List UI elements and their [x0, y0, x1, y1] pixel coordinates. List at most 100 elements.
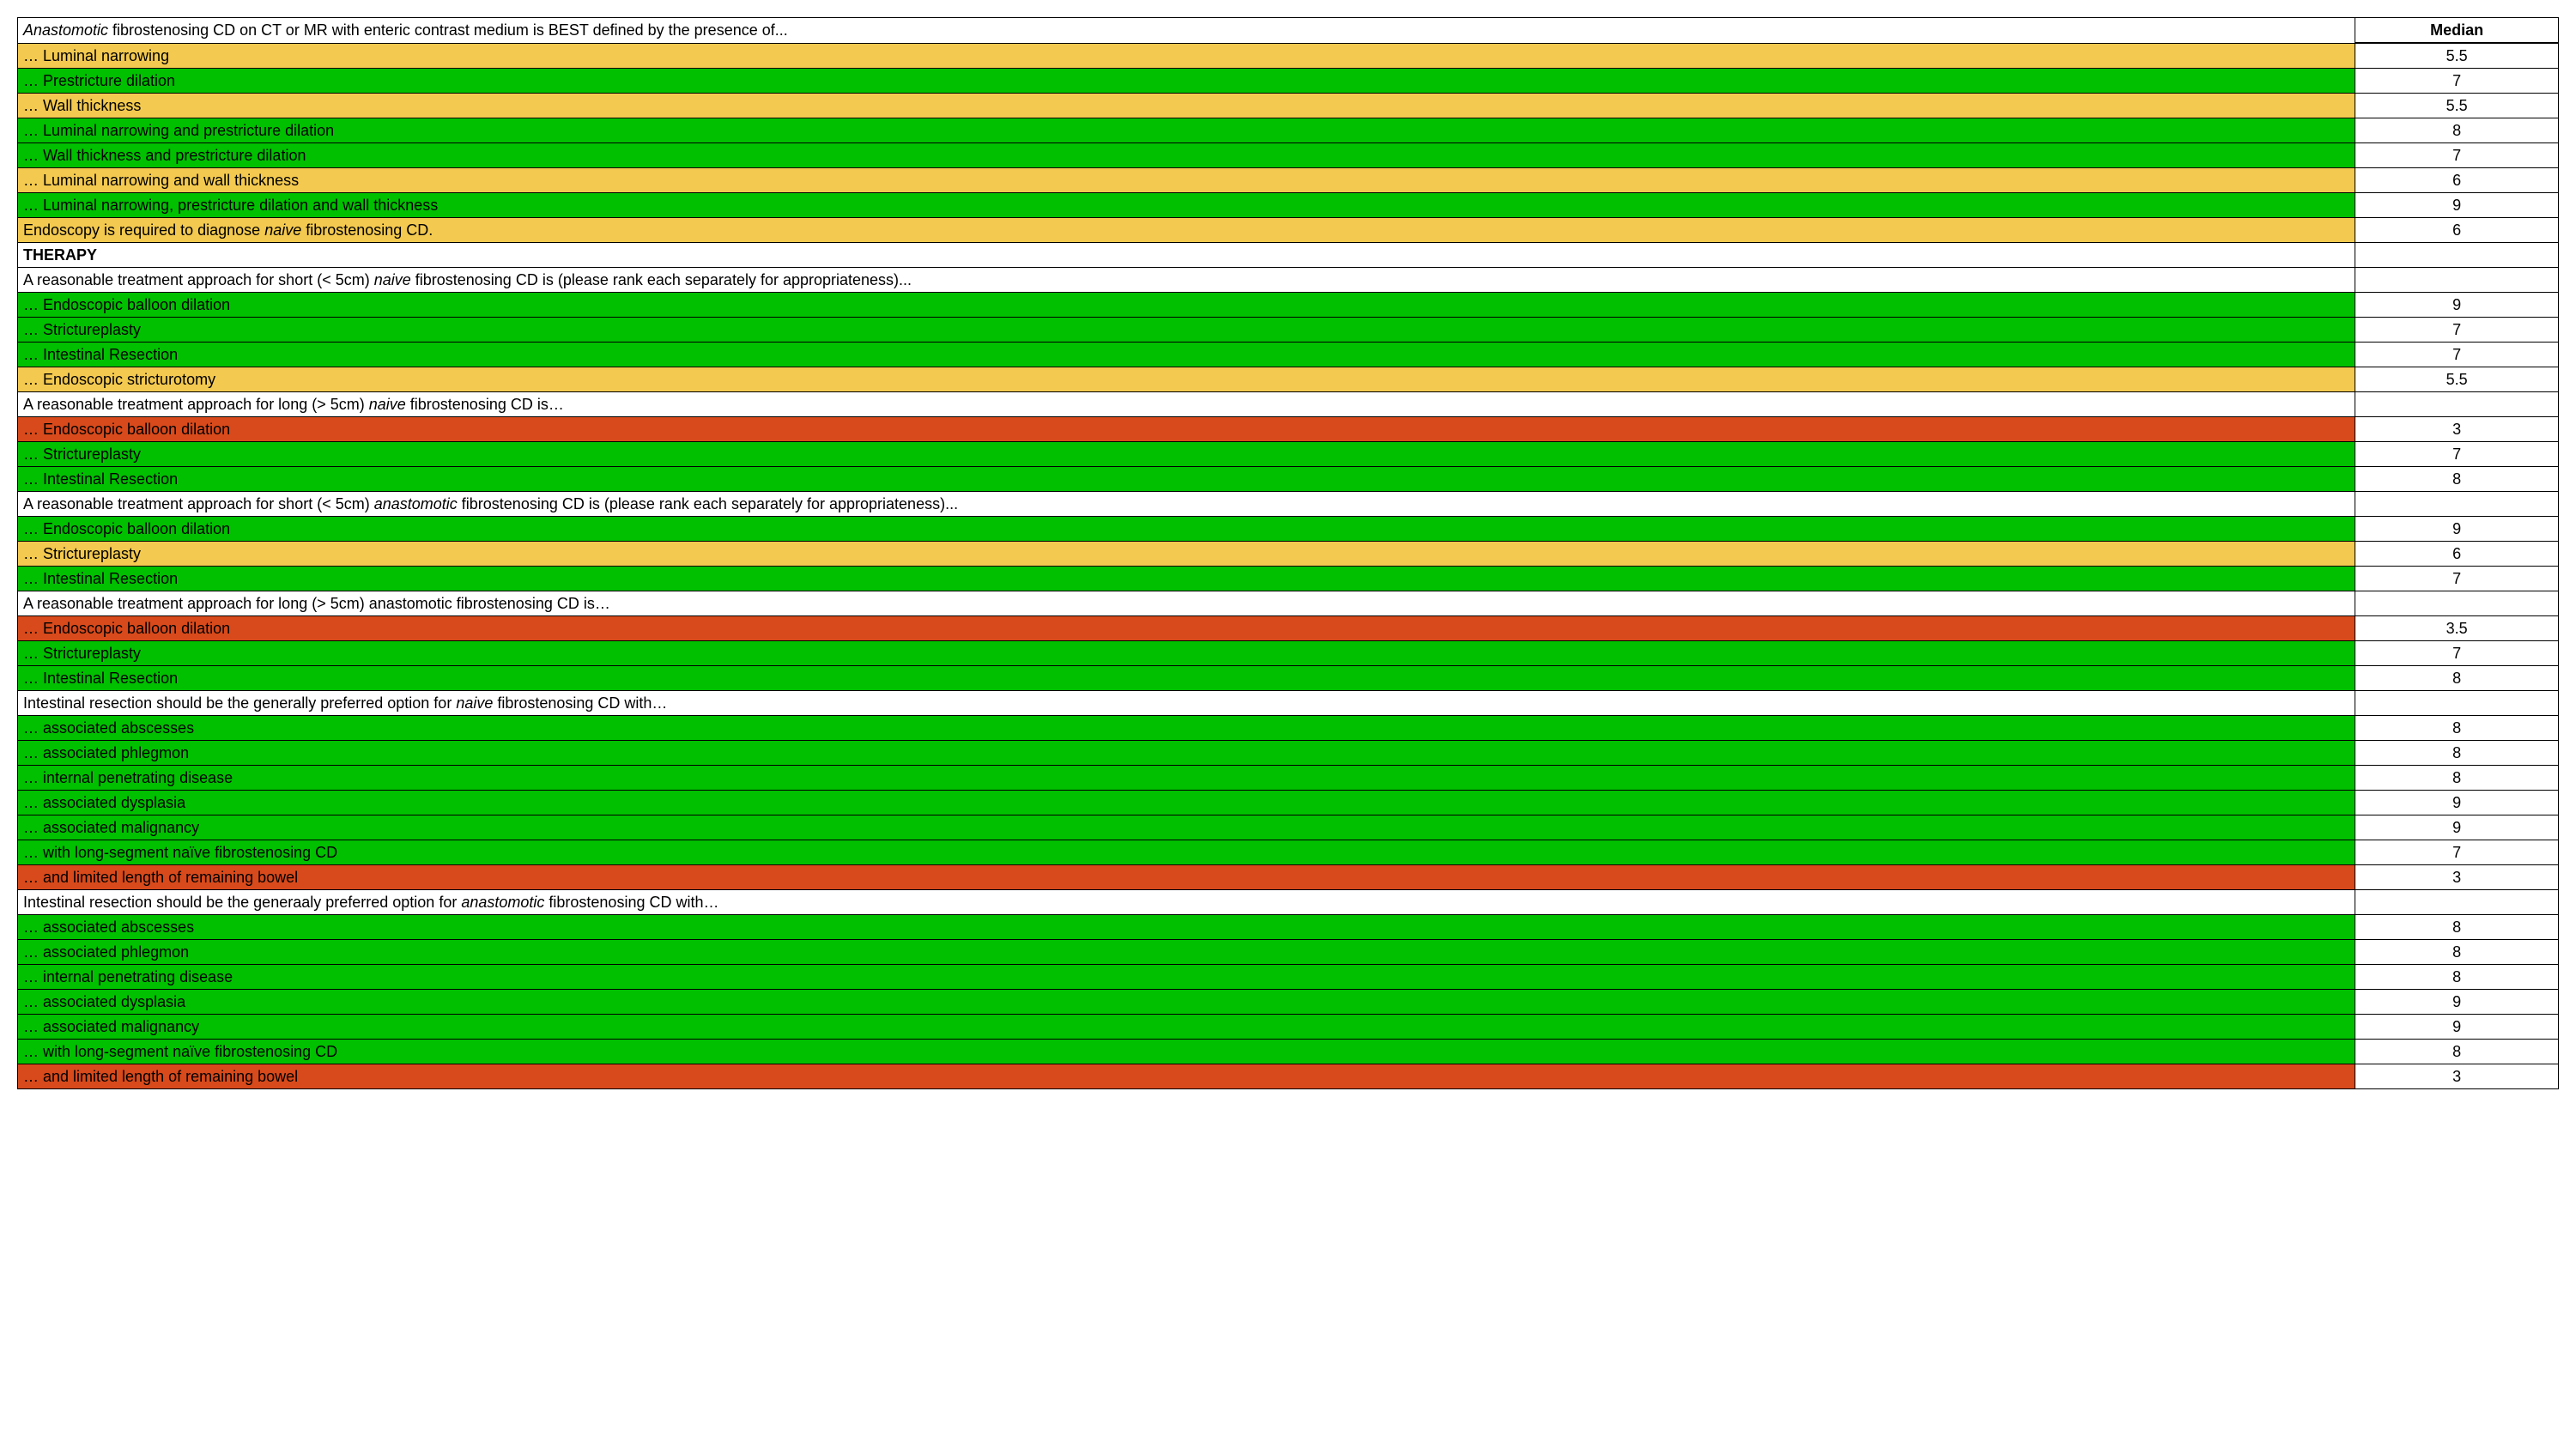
statement-cell: … Endoscopic balloon dilation: [18, 616, 2355, 641]
statement-cell: … Strictureplasty: [18, 442, 2355, 467]
median-cell: 6: [2355, 218, 2559, 243]
statement-cell: … and limited length of remaining bowel: [18, 865, 2355, 890]
median-cell: 9: [2355, 1015, 2559, 1040]
statement-cell: … and limited length of remaining bowel: [18, 1064, 2355, 1089]
median-cell: [2355, 243, 2559, 268]
table-row: … associated dysplasia9: [18, 990, 2559, 1015]
median-cell: 8: [2355, 965, 2559, 990]
statement-cell: … associated phlegmon: [18, 741, 2355, 766]
median-cell: 5.5: [2355, 367, 2559, 392]
median-cell: 9: [2355, 193, 2559, 218]
statement-cell: … Wall thickness: [18, 94, 2355, 118]
statement-cell: … Strictureplasty: [18, 542, 2355, 567]
median-cell: 9: [2355, 990, 2559, 1015]
statement-cell: A reasonable treatment approach for shor…: [18, 492, 2355, 517]
median-cell: 7: [2355, 343, 2559, 367]
median-cell: [2355, 691, 2559, 716]
table-row: … Wall thickness5.5: [18, 94, 2559, 118]
median-cell: 3.5: [2355, 616, 2559, 641]
median-header: Median: [2355, 18, 2559, 44]
statement-cell: … Luminal narrowing and prestricture dil…: [18, 118, 2355, 143]
table-row: … associated abscesses8: [18, 915, 2559, 940]
table-row: … associated malignancy9: [18, 1015, 2559, 1040]
statement-cell: … Endoscopic stricturotomy: [18, 367, 2355, 392]
statement-cell: Anastomotic fibrostenosing CD on CT or M…: [18, 18, 2355, 44]
median-cell: 8: [2355, 915, 2559, 940]
table-row: A reasonable treatment approach for shor…: [18, 268, 2559, 293]
median-cell: 8: [2355, 940, 2559, 965]
table-row: … Luminal narrowing and prestricture dil…: [18, 118, 2559, 143]
statement-cell: … Endoscopic balloon dilation: [18, 293, 2355, 318]
statement-cell: … Endoscopic balloon dilation: [18, 517, 2355, 542]
table-row: … with long-segment naïve fibrostenosing…: [18, 1040, 2559, 1064]
statement-cell: … Wall thickness and prestricture dilati…: [18, 143, 2355, 168]
statement-cell: … associated abscesses: [18, 915, 2355, 940]
table-row: … associated dysplasia9: [18, 791, 2559, 815]
table-row: … Strictureplasty7: [18, 318, 2559, 343]
median-cell: 5.5: [2355, 94, 2559, 118]
statement-cell: … Endoscopic balloon dilation: [18, 417, 2355, 442]
median-cell: 9: [2355, 791, 2559, 815]
median-cell: 8: [2355, 467, 2559, 492]
median-cell: 7: [2355, 143, 2559, 168]
table-row: … associated phlegmon8: [18, 940, 2559, 965]
statement-cell: … Luminal narrowing, prestricture dilati…: [18, 193, 2355, 218]
table-row: … with long-segment naïve fibrostenosing…: [18, 840, 2559, 865]
statement-cell: … Intestinal Resection: [18, 567, 2355, 591]
median-cell: 9: [2355, 815, 2559, 840]
table-row: … and limited length of remaining bowel3: [18, 1064, 2559, 1089]
median-cell: 8: [2355, 766, 2559, 791]
statement-cell: A reasonable treatment approach for shor…: [18, 268, 2355, 293]
table-row: … Endoscopic stricturotomy5.5: [18, 367, 2559, 392]
statement-cell: … internal penetrating disease: [18, 965, 2355, 990]
statement-cell: … Strictureplasty: [18, 641, 2355, 666]
median-cell: 7: [2355, 442, 2559, 467]
table-row: … Intestinal Resection8: [18, 467, 2559, 492]
statement-cell: … internal penetrating disease: [18, 766, 2355, 791]
median-cell: 3: [2355, 1064, 2559, 1089]
median-cell: 7: [2355, 641, 2559, 666]
table-row: … Strictureplasty7: [18, 641, 2559, 666]
median-cell: 7: [2355, 567, 2559, 591]
median-cell: 7: [2355, 840, 2559, 865]
statement-cell: THERAPY: [18, 243, 2355, 268]
table-row: Anastomotic fibrostenosing CD on CT or M…: [18, 18, 2559, 44]
table-row: … Endoscopic balloon dilation3.5: [18, 616, 2559, 641]
statement-cell: … associated malignancy: [18, 815, 2355, 840]
statement-cell: … associated dysplasia: [18, 990, 2355, 1015]
statement-cell: … Luminal narrowing and wall thickness: [18, 168, 2355, 193]
table-row: A reasonable treatment approach for long…: [18, 392, 2559, 417]
table-row: … associated phlegmon8: [18, 741, 2559, 766]
table-row: … Endoscopic balloon dilation3: [18, 417, 2559, 442]
statement-cell: A reasonable treatment approach for long…: [18, 392, 2355, 417]
median-cell: 8: [2355, 666, 2559, 691]
median-cell: 9: [2355, 293, 2559, 318]
statement-cell: Intestinal resection should be the gener…: [18, 691, 2355, 716]
statement-cell: … associated dysplasia: [18, 791, 2355, 815]
table-row: … internal penetrating disease8: [18, 766, 2559, 791]
statement-cell: Endoscopy is required to diagnose naive …: [18, 218, 2355, 243]
table-row: … Intestinal Resection8: [18, 666, 2559, 691]
median-cell: 7: [2355, 318, 2559, 343]
table-row: … Intestinal Resection7: [18, 343, 2559, 367]
median-cell: [2355, 268, 2559, 293]
table-row: … Luminal narrowing, prestricture dilati…: [18, 193, 2559, 218]
table-row: … Luminal narrowing and wall thickness6: [18, 168, 2559, 193]
statement-cell: … Prestricture dilation: [18, 69, 2355, 94]
statement-cell: … associated malignancy: [18, 1015, 2355, 1040]
statement-cell: … Intestinal Resection: [18, 666, 2355, 691]
table-row: Intestinal resection should be the gener…: [18, 691, 2559, 716]
median-cell: 8: [2355, 741, 2559, 766]
median-cell: 9: [2355, 517, 2559, 542]
statement-cell: … with long-segment naïve fibrostenosing…: [18, 1040, 2355, 1064]
table-row: … Strictureplasty6: [18, 542, 2559, 567]
table-row: A reasonable treatment approach for shor…: [18, 492, 2559, 517]
table-row: Intestinal resection should be the gener…: [18, 890, 2559, 915]
statement-cell: … associated abscesses: [18, 716, 2355, 741]
median-cell: 7: [2355, 69, 2559, 94]
median-cell: 3: [2355, 417, 2559, 442]
median-cell: 5.5: [2355, 43, 2559, 69]
statement-cell: … associated phlegmon: [18, 940, 2355, 965]
table-row: … Wall thickness and prestricture dilati…: [18, 143, 2559, 168]
statement-cell: … with long-segment naïve fibrostenosing…: [18, 840, 2355, 865]
